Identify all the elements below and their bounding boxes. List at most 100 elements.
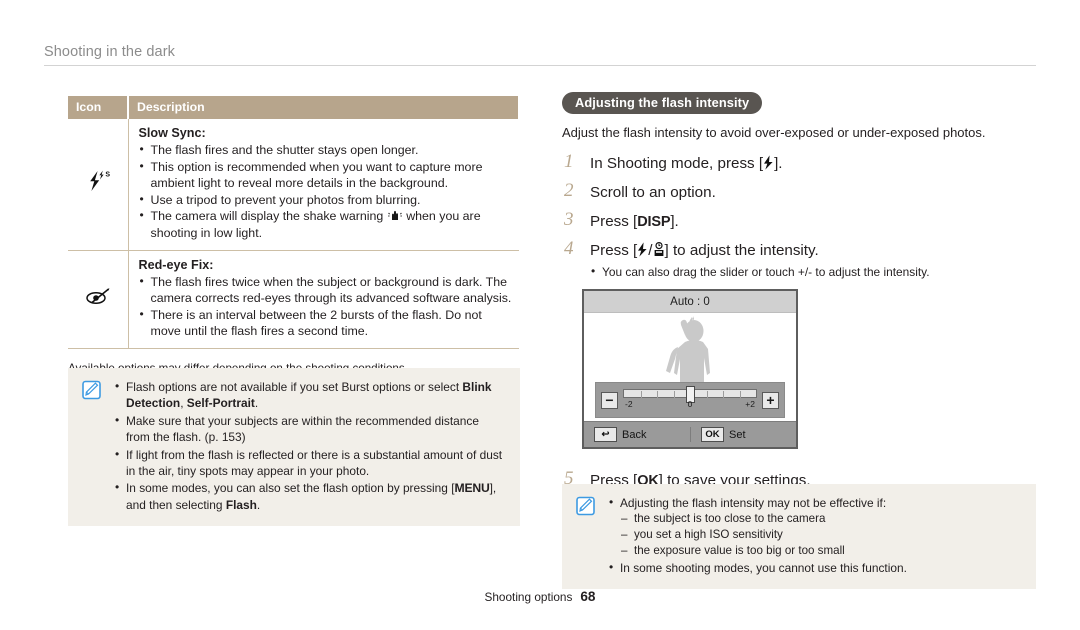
- list-item: the subject is too close to the camera: [620, 511, 1022, 527]
- column-header-description: Description: [128, 96, 520, 119]
- step-3: 3 Press [DISP].: [562, 209, 1036, 232]
- slider-scale: -2 0 +2: [623, 399, 757, 411]
- step-text: In Shooting mode, press [].: [590, 154, 1036, 174]
- camera-screen-preview: − -2 0 +2 +: [584, 313, 796, 423]
- list-item: The flash fires and the shutter stays op…: [139, 141, 516, 159]
- note-pencil-icon: [82, 380, 102, 405]
- flash-icon: [763, 155, 774, 172]
- slow-sync-flash-icon: S: [85, 170, 111, 196]
- table-body: S Slow Sync: The flash fires and the shu…: [68, 119, 519, 349]
- option-bullets: The flash fires and the shutter stays op…: [139, 141, 516, 242]
- step-2: 2 Scroll to an option.: [562, 180, 1036, 203]
- note-bullets: Adjusting the flash intensity may not be…: [608, 494, 1022, 576]
- step-text: Press [/] to adjust the intensity.: [590, 241, 819, 259]
- term-blink-detection: Blink Detection: [126, 380, 492, 411]
- back-button[interactable]: ↩ Back: [584, 427, 690, 442]
- cell-description: Slow Sync: The flash fires and the shutt…: [128, 119, 519, 251]
- step-text-before: In Shooting mode, press [: [590, 155, 764, 172]
- list-item: You can also drag the slider or touch +/…: [590, 263, 1036, 280]
- menu-key-label: MENU: [454, 481, 490, 496]
- camera-screen-footer: ↩ Back OK Set: [584, 421, 796, 447]
- section-badge: Adjusting the flash intensity: [562, 92, 763, 114]
- set-button-label: Set: [729, 428, 746, 441]
- ok-key-icon: OK: [701, 427, 724, 442]
- list-item: Adjusting the flash intensity may not be…: [608, 494, 1022, 559]
- note-pencil-icon: [576, 496, 596, 521]
- table-header-row: Icon Description: [68, 96, 520, 119]
- step-number: 1: [564, 151, 574, 172]
- running-head: Shooting in the dark: [44, 44, 1036, 66]
- flash-intensity-slider-panel[interactable]: − -2 0 +2 +: [595, 382, 785, 418]
- manual-page: Shooting in the dark Icon Description S …: [0, 0, 1080, 630]
- flash-options-table: Icon Description S Slow Sync: • The flas…: [68, 96, 520, 349]
- scale-center-label: 0: [687, 399, 693, 409]
- left-column: Icon Description S Slow Sync: • The flas…: [68, 96, 520, 375]
- step-text-before: Press [: [590, 213, 638, 230]
- section-lead-text: Adjust the flash intensity to avoid over…: [562, 125, 986, 140]
- table-row: Red-eye Fix: The flash fires twice when …: [68, 250, 519, 349]
- option-bullets: The flash fires twice when the subject o…: [139, 273, 516, 340]
- page-footer: Shooting options 68: [0, 589, 1080, 604]
- right-column: Adjusting the flash intensity Adjust the…: [562, 92, 1036, 500]
- note-bullets: Flash options are not available if you s…: [114, 378, 506, 513]
- step-number: 2: [564, 180, 574, 201]
- step-text: Scroll to an option.: [590, 184, 716, 201]
- column-header-icon: Icon: [68, 96, 129, 119]
- red-eye-fix-icon: [84, 288, 112, 310]
- back-button-label: Back: [622, 428, 647, 441]
- footer-label: Shooting options: [484, 590, 573, 604]
- list-item: The camera will display the shake warnin…: [139, 207, 516, 241]
- slider-track-wrap[interactable]: -2 0 +2: [623, 386, 757, 411]
- step-number: 4: [564, 238, 574, 259]
- list-item: Make sure that your subjects are within …: [114, 412, 506, 446]
- set-button[interactable]: OK Set: [690, 427, 796, 442]
- cell-description: Red-eye Fix: The flash fires twice when …: [128, 250, 519, 349]
- cell-icon: S: [68, 119, 129, 251]
- cell-icon: [68, 250, 129, 349]
- page-number: 68: [580, 589, 596, 604]
- camera-screen-mockup: Auto : 0 − -2 0 +2 + ↩ Back OK Set: [582, 289, 798, 449]
- list-item: you set a high ISO sensitivity: [620, 527, 1022, 543]
- scale-max-label: +2: [745, 399, 755, 409]
- decrease-button[interactable]: −: [601, 391, 618, 409]
- list-item: In some modes, you can also set the flas…: [114, 479, 506, 513]
- slider-track[interactable]: [623, 386, 757, 403]
- list-item: Use a tripod to prevent your photos from…: [139, 191, 516, 209]
- step-text: Press [DISP].: [590, 212, 1036, 232]
- note-sub-bullets: the subject is too close to the camera y…: [620, 511, 1022, 558]
- step-text-before: Press [: [590, 242, 638, 259]
- list-item: Flash options are not available if you s…: [114, 378, 506, 412]
- step-sub-bullets: You can also drag the slider or touch +/…: [590, 263, 1036, 280]
- table-row: S Slow Sync: The flash fires and the shu…: [68, 119, 519, 251]
- step-1: 1 In Shooting mode, press [].: [562, 151, 1036, 174]
- term-flash: Flash: [225, 497, 257, 512]
- camera-screen-title: Auto : 0: [584, 291, 796, 313]
- svg-text:S: S: [105, 172, 110, 179]
- step-list: 1 In Shooting mode, press []. 2 Scroll t…: [562, 151, 1036, 280]
- step-number: 3: [564, 209, 574, 230]
- flash-icon: [637, 242, 648, 259]
- table-head: Icon Description: [68, 96, 520, 119]
- note-box-flash-options: Flash options are not available if you s…: [68, 368, 520, 527]
- option-title: Red-eye Fix:: [138, 257, 214, 272]
- list-item: the exposure value is too big or too sma…: [620, 543, 1022, 559]
- list-item: If light from the flash is reflected or …: [114, 446, 506, 480]
- term-self-portrait: Self-Portrait: [186, 396, 255, 411]
- disp-key-label: DISP: [637, 214, 671, 230]
- step-text-after: ] to adjust the intensity.: [664, 242, 819, 259]
- shake-warning-icon: [387, 209, 406, 223]
- note-lead: Adjusting the flash intensity may not be…: [620, 496, 887, 510]
- note-box-flash-intensity: Adjusting the flash intensity may not be…: [562, 484, 1036, 590]
- list-item: There is an interval between the 2 burst…: [139, 306, 516, 340]
- scale-min-label: -2: [625, 399, 633, 409]
- list-item: In some shooting modes, you cannot use t…: [608, 559, 1022, 576]
- step-text-after: ].: [774, 155, 783, 172]
- list-item: This option is recommended when you want…: [139, 158, 516, 192]
- step-text-after: ].: [670, 213, 679, 230]
- increase-button[interactable]: +: [762, 391, 779, 409]
- list-item: The flash fires twice when the subject o…: [139, 273, 516, 307]
- step-4: 4 Press [/] to adjust the intensity. You…: [562, 238, 1036, 280]
- back-arrow-icon: ↩: [594, 427, 617, 442]
- option-title: Slow Sync:: [138, 126, 206, 140]
- self-timer-icon: [653, 241, 665, 259]
